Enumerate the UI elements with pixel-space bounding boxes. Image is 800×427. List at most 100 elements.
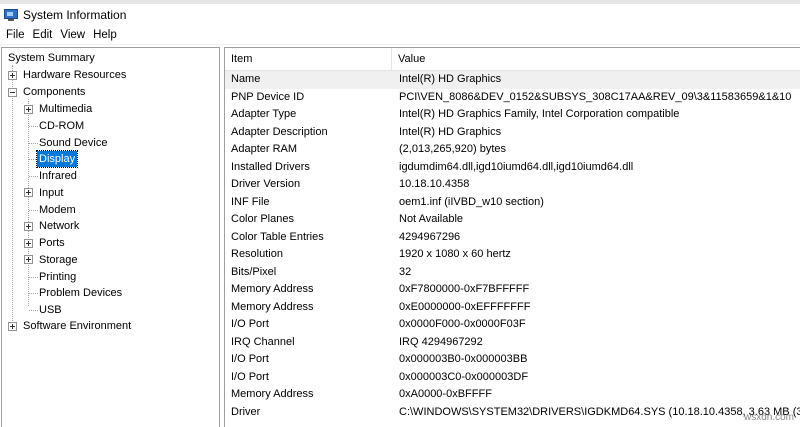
expand-plus-icon[interactable] bbox=[8, 321, 17, 331]
collapse-minus-icon[interactable] bbox=[8, 87, 17, 97]
tree-label: Problem Devices bbox=[39, 287, 123, 300]
row-item: Name bbox=[231, 73, 261, 85]
table-row[interactable]: Driver Version 10.18.10.4358 bbox=[225, 176, 800, 194]
row-item: Installed Drivers bbox=[231, 160, 310, 173]
row-value: 0xE0000000-0xEFFFFFFF bbox=[399, 300, 531, 313]
tree-item-input[interactable]: Input bbox=[24, 185, 65, 201]
tree-item-software-environment[interactable]: Software Environment bbox=[8, 318, 133, 334]
table-row[interactable]: Resolution 1920 x 1080 x 60 hertz bbox=[225, 246, 800, 264]
table-row[interactable]: Driver C:\WINDOWS\SYSTEM32\DRIVERS\IGDKMD… bbox=[225, 404, 800, 422]
menu-help[interactable]: Help bbox=[89, 29, 121, 41]
tree-label: Ports bbox=[39, 237, 65, 249]
tree-item-modem[interactable]: Modem bbox=[24, 202, 78, 218]
table-row[interactable]: PNP Device ID PCI\VEN_8086&DEV_0152&SUBSY… bbox=[225, 89, 800, 107]
row-value: 1920 x 1080 x 60 hertz bbox=[399, 248, 511, 260]
row-item: I/O Port bbox=[231, 370, 269, 383]
row-item: Driver bbox=[231, 405, 261, 418]
tree-label: Storage bbox=[39, 253, 78, 266]
table-row[interactable]: Name Intel(R) HD Graphics bbox=[225, 71, 800, 89]
tree-item-cd-rom[interactable]: CD-ROM bbox=[24, 118, 86, 134]
details-list-pane[interactable]: Item Value Name Intel(R) HD Graphics PNP D… bbox=[224, 47, 800, 427]
row-item: Adapter Type bbox=[231, 108, 297, 120]
table-row[interactable]: I/O Port 0x0000F000-0x0000F03F bbox=[225, 316, 800, 334]
column-header-value[interactable]: Value bbox=[392, 48, 800, 70]
row-value: Not Available bbox=[399, 213, 464, 225]
list-header: Item Value bbox=[225, 48, 800, 71]
tree-label: Multimedia bbox=[39, 103, 93, 115]
tree-label: Components bbox=[23, 86, 86, 98]
menu-view[interactable]: View bbox=[56, 29, 89, 41]
tree-label: Software Environment bbox=[23, 320, 132, 332]
tree-label: USB bbox=[39, 304, 62, 316]
row-item: Memory Address bbox=[231, 283, 314, 295]
tree-item-sound-device[interactable]: Sound Device bbox=[24, 135, 110, 151]
tree-item-multimedia[interactable]: Multimedia bbox=[24, 101, 94, 117]
tree-label: Input bbox=[39, 186, 64, 199]
expand-plus-icon[interactable] bbox=[24, 238, 33, 248]
tree-item-ports[interactable]: Ports bbox=[24, 235, 67, 251]
tree-item-storage[interactable]: Storage bbox=[24, 252, 80, 268]
row-value: 10.18.10.4358 bbox=[399, 178, 470, 190]
tree-item-problem-devices[interactable]: Problem Devices bbox=[24, 285, 124, 301]
menu-edit[interactable]: Edit bbox=[29, 29, 57, 41]
row-value: 32 bbox=[399, 265, 412, 278]
row-item: Driver Version bbox=[231, 178, 301, 190]
table-row[interactable]: Adapter Description Intel(R) HD Graphics bbox=[225, 124, 800, 142]
table-row[interactable]: INF File oem1.inf (iIVBD_w10 section) bbox=[225, 194, 800, 212]
row-value: IRQ 4294967292 bbox=[399, 335, 483, 348]
row-value: (2,013,265,920) bytes bbox=[399, 143, 507, 155]
table-row[interactable]: Adapter RAM (2,013,265,920) bytes bbox=[225, 141, 800, 159]
tree-item-display[interactable]: Display bbox=[24, 150, 79, 169]
category-tree-pane[interactable]: System Summary Hardware Resources Compon… bbox=[1, 47, 220, 427]
tree-item-infrared[interactable]: Infrared bbox=[24, 168, 79, 184]
row-value: oem1.inf (iIVBD_w10 section) bbox=[399, 195, 544, 208]
tree-label: Network bbox=[39, 220, 80, 233]
tree-label: Modem bbox=[39, 203, 76, 216]
expand-plus-icon[interactable] bbox=[24, 188, 33, 198]
table-row[interactable]: Color Table Entries 4294967296 bbox=[225, 229, 800, 247]
tree-label: CD-ROM bbox=[39, 119, 85, 132]
system-information-window: System Information File Edit View Help S… bbox=[0, 0, 800, 427]
row-value: PCI\VEN_8086&DEV_0152&SUBSYS_308C17AA&RE… bbox=[399, 90, 792, 103]
row-value: Intel(R) HD Graphics bbox=[399, 73, 502, 85]
title-bar[interactable]: System Information bbox=[0, 4, 800, 26]
tree-item-system-summary[interactable]: System Summary bbox=[6, 50, 97, 66]
table-row[interactable]: I/O Port 0x000003C0-0x000003DF bbox=[225, 369, 800, 387]
table-row[interactable]: Memory Address 0xA0000-0xBFFFF bbox=[225, 386, 800, 404]
watermark: wsxdn.com bbox=[743, 412, 794, 423]
row-value: 0x000003B0-0x000003BB bbox=[399, 353, 528, 365]
expand-plus-icon[interactable] bbox=[24, 221, 33, 231]
expand-plus-icon[interactable] bbox=[8, 70, 17, 80]
row-value: 0x000003C0-0x000003DF bbox=[399, 370, 529, 383]
table-row[interactable]: Color Planes Not Available bbox=[225, 211, 800, 229]
system-information-app-icon bbox=[4, 8, 18, 22]
table-row[interactable]: Memory Address 0xE0000000-0xEFFFFFFF bbox=[225, 299, 800, 317]
details-rows: Name Intel(R) HD Graphics PNP Device ID PCI… bbox=[225, 71, 800, 421]
expand-plus-icon[interactable] bbox=[24, 104, 33, 114]
column-header-item[interactable]: Item bbox=[225, 48, 392, 70]
table-row[interactable]: IRQ Channel IRQ 4294967292 bbox=[225, 334, 800, 352]
tree-item-hardware-resources[interactable]: Hardware Resources bbox=[8, 67, 128, 83]
row-value: 0x0000F000-0x0000F03F bbox=[399, 318, 526, 330]
expand-plus-icon[interactable] bbox=[24, 255, 33, 265]
tree-item-usb[interactable]: USB bbox=[24, 302, 64, 318]
row-value: igdumdim64.dll,igd10iumd64.dll,igd10iumd… bbox=[399, 160, 634, 173]
table-row[interactable]: Installed Drivers igdumdim64.dll,igd10ium… bbox=[225, 159, 800, 177]
row-item: Bits/Pixel bbox=[231, 265, 277, 278]
table-row[interactable]: I/O Port 0x000003B0-0x000003BB bbox=[225, 351, 800, 369]
table-row[interactable]: Bits/Pixel 32 bbox=[225, 264, 800, 282]
row-item: Adapter Description bbox=[231, 125, 328, 138]
table-row[interactable]: Adapter Type Intel(R) HD Graphics Family,… bbox=[225, 106, 800, 124]
tree-label: Printing bbox=[39, 270, 77, 283]
tree-item-printing[interactable]: Printing bbox=[24, 269, 78, 285]
table-row[interactable]: Memory Address 0xF7800000-0xF7BFFFFF bbox=[225, 281, 800, 299]
tree-item-network[interactable]: Network bbox=[24, 218, 81, 234]
tree-item-components[interactable]: Components bbox=[8, 84, 87, 100]
row-item: IRQ Channel bbox=[231, 335, 295, 348]
row-value: 4294967296 bbox=[399, 230, 461, 243]
tree-label: Sound Device bbox=[39, 136, 108, 149]
menu-file[interactable]: File bbox=[2, 29, 29, 41]
row-item: PNP Device ID bbox=[231, 90, 305, 103]
row-value: 0xF7800000-0xF7BFFFFF bbox=[399, 283, 530, 295]
row-item: INF File bbox=[231, 195, 270, 208]
